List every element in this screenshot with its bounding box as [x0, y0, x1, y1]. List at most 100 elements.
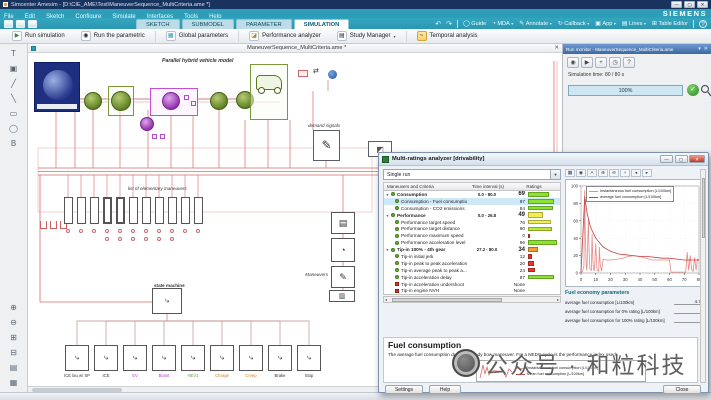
scrollbar-thumb[interactable]	[392, 298, 502, 302]
undo-icon[interactable]: ↶	[435, 20, 441, 28]
table-horizontal-scrollbar[interactable]: ◂ ▸	[383, 296, 561, 303]
state-machine-child[interactable]: ⤷	[239, 345, 263, 371]
tool-app[interactable]: ▣App▾	[595, 20, 616, 27]
state-machine-child[interactable]: ⤷	[123, 345, 147, 371]
maximize-button[interactable]: ▢	[684, 1, 695, 8]
zoom-tool-icon-0[interactable]: ⊕	[7, 302, 21, 313]
analyzer-row[interactable]: Performance target speed76	[384, 219, 560, 226]
clutch-component[interactable]	[84, 92, 102, 110]
signal-source-block[interactable]	[40, 221, 47, 229]
close-button[interactable]: ✕	[689, 155, 705, 163]
draw-tool-icon-2[interactable]: ╱	[7, 78, 21, 89]
zoom-tool-icon-3[interactable]: ⊟	[7, 347, 21, 358]
chart-tool-icon-3[interactable]: ⊕	[598, 169, 608, 177]
tool-table-editor[interactable]: ⊞Table Editor	[652, 20, 688, 27]
state-machine-child[interactable]: ⤷	[210, 345, 234, 371]
record-button[interactable]: ◉	[567, 57, 579, 68]
redo-icon[interactable]: ↷	[446, 20, 452, 28]
analyzer-row[interactable]: Tip-in acceleration undershootNone	[384, 281, 560, 288]
chart-tool-icon-7[interactable]: ▸	[642, 169, 652, 177]
close-button[interactable]: ✕	[697, 1, 708, 8]
inverter-component[interactable]	[191, 101, 196, 106]
analyzer-row[interactable]: Tip-in peak to peak acceleration20	[384, 260, 560, 267]
twisty-icon[interactable]: ▾	[384, 247, 391, 252]
battery-component[interactable]	[140, 117, 154, 131]
analyzer-row[interactable]: Consumption - CO2 emissions84	[384, 205, 560, 212]
twisty-icon[interactable]: ▾	[384, 192, 391, 197]
chart-tool-icon-1[interactable]: ◉	[576, 169, 586, 177]
header-criteria[interactable]: Maneuvers and Criteria	[384, 184, 468, 189]
draw-tool-icon-0[interactable]: T	[7, 48, 21, 59]
state-machine-child[interactable]: ⤷	[297, 345, 321, 371]
draw-tool-icon-5[interactable]: ◯	[7, 123, 21, 134]
analyzer-row[interactable]: Performance target distance80	[384, 225, 560, 232]
minimize-button[interactable]: —	[671, 1, 682, 8]
zoom-tool-icon-2[interactable]: ⊞	[7, 332, 21, 343]
scroll-right-icon[interactable]: ▸	[557, 297, 559, 303]
zoom-tool-icon-1[interactable]: ⊖	[7, 317, 21, 328]
maneuver-block[interactable]	[64, 197, 73, 224]
chart-tool-icon-4[interactable]: ⊖	[609, 169, 619, 177]
tool-annotate[interactable]: ✎Annotate▾	[519, 20, 551, 27]
signal-source-block[interactable]	[50, 221, 57, 229]
performance-analyzer-button[interactable]: ◪ Performance analyzer	[243, 28, 327, 44]
state-machine-root[interactable]: ⤷	[152, 288, 182, 314]
header-interval[interactable]: Time interval (s)	[468, 184, 508, 189]
draw-tool-icon-1[interactable]: ▣	[7, 63, 21, 74]
close-icon[interactable]: ✕	[704, 46, 708, 52]
state-machine-child[interactable]: ⤷	[268, 345, 292, 371]
maximize-button[interactable]: ▢	[675, 155, 688, 163]
analyzer-row[interactable]: Consumption - Fuel consumption87	[384, 198, 560, 205]
scrollbar-thumb[interactable]	[702, 178, 706, 238]
open-file-icon[interactable]	[16, 20, 25, 28]
analyzer-row[interactable]: ▾Performance0.0 - 26.849	[384, 212, 560, 219]
maneuver-block[interactable]	[116, 197, 125, 224]
battery-cell-component[interactable]	[160, 134, 165, 139]
state-machine-child[interactable]: ⤷	[65, 345, 89, 371]
battery-cell-component[interactable]	[152, 134, 157, 139]
maneuver-block[interactable]	[142, 197, 151, 224]
play-button[interactable]: ▶	[581, 57, 593, 68]
demand-signals-block[interactable]: ✎	[313, 130, 340, 161]
help-button[interactable]: ?	[623, 57, 635, 68]
differential-component[interactable]	[210, 92, 228, 110]
criteria-block[interactable]: ✎	[331, 266, 355, 288]
analyzer-row[interactable]: Tip-in engine NVHNone	[384, 287, 560, 294]
switch-icon[interactable]: ⇄	[313, 67, 323, 79]
analyzer-row[interactable]: Performance maximum speed0	[384, 232, 560, 239]
minimize-button[interactable]: —	[660, 155, 673, 163]
analyzer-row[interactable]: Tip-in average peak to peak a...24	[384, 267, 560, 274]
analyzer-row[interactable]: Tip-in acceleration delay87	[384, 274, 560, 281]
detection-block[interactable]: ▥	[329, 290, 355, 302]
document-close-icon[interactable]: ✕	[554, 45, 559, 51]
inverter-component[interactable]	[184, 95, 189, 100]
help-button[interactable]: Help	[429, 385, 461, 394]
close-dialog-button[interactable]: Close	[663, 385, 701, 394]
gauge-block[interactable]: ◔	[331, 238, 355, 262]
inspect-icon[interactable]	[700, 84, 711, 97]
globe-icon[interactable]	[328, 70, 337, 79]
global-parameters-button[interactable]: ▦ Global parameters	[160, 28, 234, 44]
tool-lines[interactable]: ▤Lines▾	[622, 20, 646, 27]
maneuver-block[interactable]	[90, 197, 99, 224]
analyzer-row[interactable]: ▾Tip-in 100% - 4th gear27.2 - 80.034	[384, 246, 560, 253]
maneuver-block[interactable]	[103, 197, 112, 224]
save-file-icon[interactable]	[28, 20, 37, 28]
scroll-left-icon[interactable]: ◂	[385, 297, 387, 303]
run-selector[interactable]: Single run ▼	[383, 169, 561, 180]
add-button[interactable]: +	[595, 57, 607, 68]
temporal-analysis-button[interactable]: ~ Temporal analysis	[411, 28, 484, 44]
tool-mda[interactable]: ◔MDA▾	[492, 20, 513, 27]
run-parametric-button[interactable]: ◉ Run the parametric	[75, 28, 151, 44]
maneuver-block[interactable]	[129, 197, 138, 224]
maneuver-block[interactable]	[181, 197, 190, 224]
state-machine-child[interactable]: ⤷	[152, 345, 176, 371]
state-machine-child[interactable]: ⤷	[94, 345, 118, 371]
maneuver-block[interactable]	[77, 197, 86, 224]
analyzer-row[interactable]: Performance acceleration level96	[384, 239, 560, 246]
analyzer-titlebar[interactable]: Multi-ratings analyzer [drivability] — ▢…	[379, 153, 708, 166]
maneuver-block[interactable]	[168, 197, 177, 224]
zoom-tool-icon-5[interactable]: ▦	[7, 377, 21, 388]
draw-tool-icon-6[interactable]: B	[7, 138, 21, 149]
maneuver-block[interactable]	[194, 197, 203, 224]
